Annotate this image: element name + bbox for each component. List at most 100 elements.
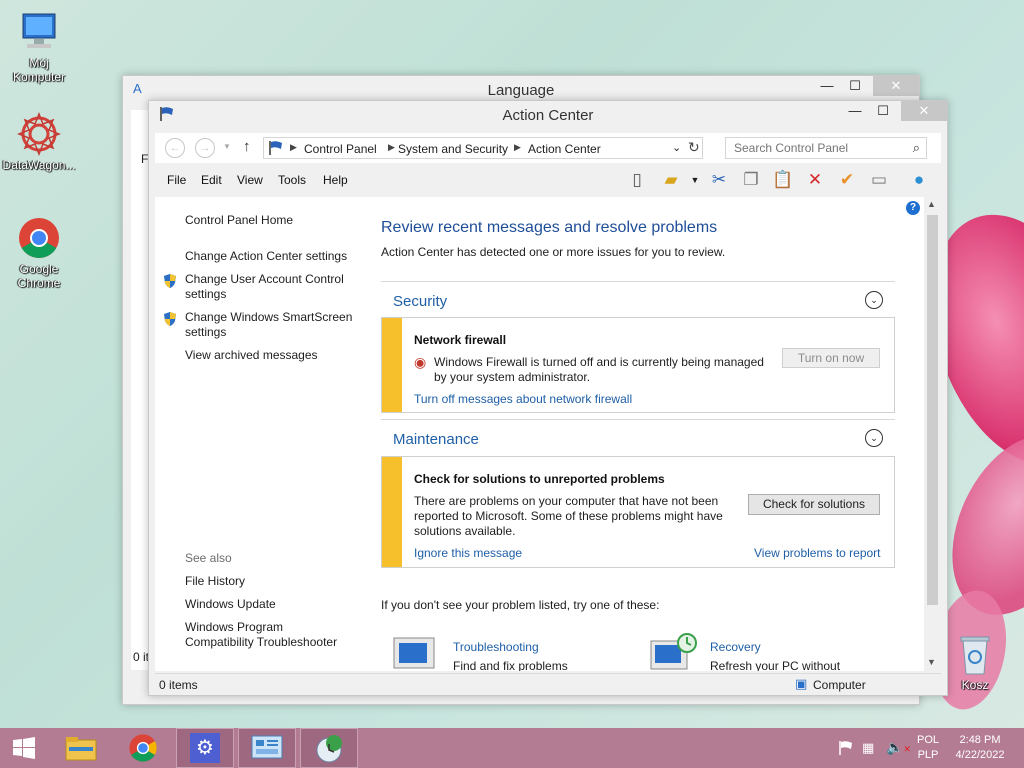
computer-icon [17,10,61,54]
clock-time: 2:48 PM [959,734,1001,746]
recovery-link[interactable]: Recovery [710,640,761,654]
menu-edit[interactable]: Edit [201,173,222,187]
language-partial-status: 0 it [133,650,150,664]
datawagon-icon [16,111,62,157]
section-divider [381,419,895,420]
maintenance-section-title[interactable]: Maintenance [393,431,479,448]
turn-off-firewall-messages-link[interactable]: Turn off messages about network firewall [414,392,632,406]
copy-icon[interactable]: ❐ [739,169,763,193]
rename-icon[interactable]: ▭ [867,169,891,193]
menu-file[interactable]: File [167,173,186,187]
address-dropdown-icon[interactable]: ⌄ [672,141,681,154]
refresh-icon[interactable]: ↻ [688,139,700,156]
chrome-icon [17,216,61,260]
card-title: Check for solutions to unreported proble… [414,472,665,486]
menu-tools[interactable]: Tools [278,173,306,187]
maintenance-collapse-icon[interactable]: ⌄ [865,429,883,447]
back-button[interactable]: ← [165,138,185,158]
security-collapse-icon[interactable]: ⌄ [865,291,883,309]
globe-icon[interactable]: ● [907,169,931,193]
layout-icon[interactable]: ▯ [625,169,649,193]
sidebar-change-action-center-settings[interactable]: Change Action Center settings [185,249,347,264]
unreported-problems-card: Check for solutions to unreported proble… [381,456,895,568]
breadcrumb-separator: ▶ [514,142,521,152]
troubleshooting-link[interactable]: Troubleshooting [453,640,539,654]
volume-muted-icon[interactable]: 🔈✕ [886,739,911,756]
sidebar-change-smartscreen-settings[interactable]: Change Windows SmartScreen settings [185,310,360,340]
smartscreen-shield-icon [163,311,177,327]
ignore-message-link[interactable]: Ignore this message [414,546,522,560]
breadcrumb-system-security[interactable]: System and Security [398,142,508,156]
taskbar-settings[interactable]: ⚙ [176,728,234,768]
desktop-icon-datawagon[interactable]: DataWagon... [0,111,78,172]
cut-icon[interactable]: ✂ [707,169,731,193]
search-icon[interactable]: ⌕ [913,140,920,156]
status-location: Computer [813,678,866,692]
desktop-icon-label: Google Chrome [17,262,61,290]
address-bar[interactable]: ▶ Control Panel ▶ System and Security ▶ … [263,137,703,159]
view-problems-link[interactable]: View problems to report [754,546,881,560]
recent-dropdown-icon[interactable]: ▼ [223,142,231,151]
sidebar-change-uac-settings[interactable]: Change User Account Control settings [185,272,355,302]
minimize-button[interactable]: — [813,76,841,96]
card-text: Windows Firewall is turned off and is cu… [434,355,764,384]
see-also-file-history[interactable]: File History [185,574,245,589]
vertical-scrollbar[interactable]: ▲ ▼ [924,197,941,671]
input-language[interactable]: POL PLP [912,733,944,763]
taskbar-region-clock[interactable] [300,728,358,768]
uac-shield-icon [163,273,177,289]
minimize-button[interactable]: — [841,101,869,121]
breadcrumb-control-panel[interactable]: Control Panel [304,142,377,156]
scrollbar-thumb[interactable] [927,215,938,605]
section-divider [381,281,895,282]
start-button[interactable] [0,728,48,768]
recycle-bin-icon [953,632,997,676]
gear-icon: ⚙ [190,733,220,763]
close-button[interactable]: ✕ [901,101,947,121]
action-center-flag-icon[interactable] [838,740,854,759]
properties-icon[interactable]: ✔ [835,169,859,193]
taskbar: ⚙ ▦ 🔈✕ POL PLP 2:48 PM 4/22/2022 [0,728,1024,768]
security-section-title[interactable]: Security [393,293,447,310]
delete-icon[interactable]: ✕ [803,169,827,193]
up-button[interactable]: ↑ [243,138,251,155]
desktop-icon-label: Mój Komputer [12,56,66,84]
paste-icon[interactable]: 📋 [771,169,795,193]
scroll-up-icon[interactable]: ▲ [927,199,936,209]
folder-options-icon[interactable]: ▰ [659,169,683,193]
taskbar-chrome[interactable] [114,728,172,768]
maximize-button[interactable]: ☐ [869,101,897,121]
breadcrumb-action-center[interactable]: Action Center [528,142,601,156]
help-icon[interactable]: ? [906,201,920,215]
forward-button[interactable]: → [195,138,215,158]
network-icon[interactable]: ▦ [862,740,874,756]
clock[interactable]: 2:48 PM 4/22/2022 [950,733,1010,763]
maximize-button[interactable]: ☐ [841,76,869,96]
language-code: POL [916,734,939,746]
menu-help[interactable]: Help [323,173,348,187]
menu-view[interactable]: View [237,173,263,187]
search-input[interactable] [726,138,896,158]
desktop-icon-computer[interactable]: Mój Komputer [0,10,78,84]
language-window-title: Language [487,82,555,99]
firewall-icon: ◉ [414,354,427,370]
turn-on-now-button[interactable]: Turn on now [782,348,880,368]
taskbar-file-explorer[interactable] [52,728,110,768]
action-center-titlebar: Action Center — ☐ ✕ [149,101,947,129]
desktop-icon-chrome[interactable]: Google Chrome [0,216,78,290]
recovery-desc: Refresh your PC without [710,659,841,671]
check-for-solutions-button[interactable]: Check for solutions [748,494,880,515]
see-also-compatibility-troubleshooter[interactable]: Windows Program Compatibility Troublesho… [185,620,355,650]
troubleshooting-desc: Find and fix problems [453,659,568,671]
sidebar-view-archived-messages[interactable]: View archived messages [185,348,318,363]
taskbar-control-panel[interactable] [238,728,296,768]
sidebar-control-panel-home[interactable]: Control Panel Home [185,213,293,228]
see-also-windows-update[interactable]: Windows Update [185,597,276,612]
search-box[interactable]: ⌕ [725,137,927,159]
card-text: There are problems on your computer that… [414,494,723,538]
dropdown-arrow-icon[interactable]: ▼ [683,169,707,193]
close-button[interactable]: ✕ [873,76,919,96]
scroll-down-icon[interactable]: ▼ [927,657,936,667]
network-firewall-card: Network firewall ◉ Windows Firewall is t… [381,317,895,413]
status-bar: 0 items ▣ Computer [155,673,941,695]
